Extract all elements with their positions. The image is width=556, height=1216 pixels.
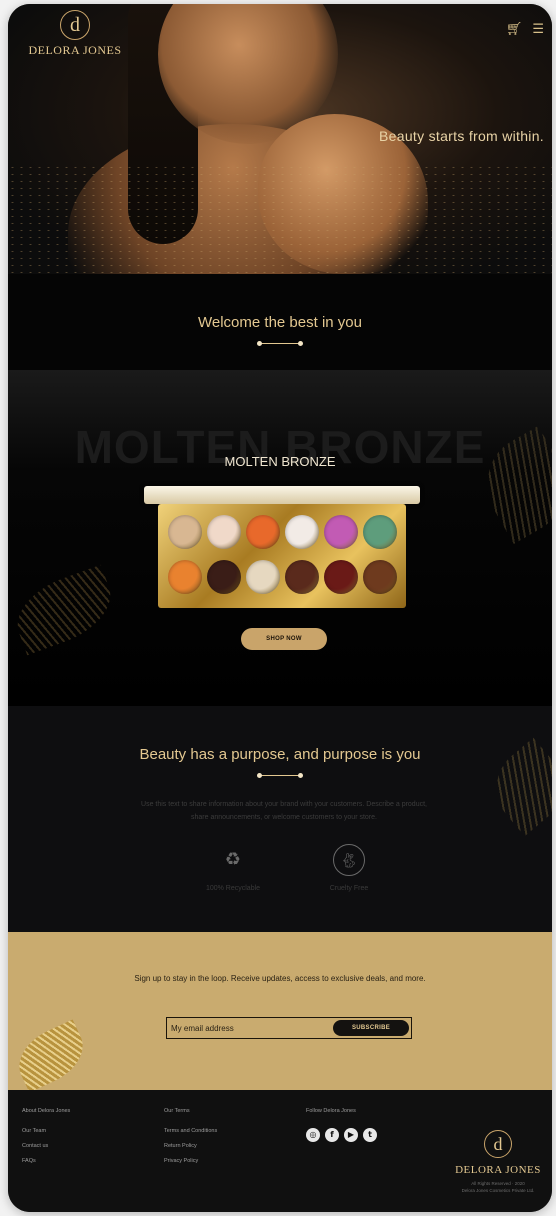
feature-recyclable: ♻ 100% Recyclable bbox=[188, 844, 278, 892]
brand-logo[interactable]: d DELORA JONES bbox=[28, 10, 122, 58]
recycle-icon: ♻ bbox=[224, 849, 242, 870]
newsletter-form: SUBSCRIBE bbox=[166, 1017, 412, 1039]
section-divider bbox=[257, 340, 303, 348]
copyright-text: All Rights Reserved · 2020 Delora Jones … bbox=[448, 1180, 548, 1194]
logo-mark: d bbox=[60, 10, 90, 40]
cart-icon[interactable]: 🛒︎ bbox=[506, 22, 523, 37]
eyeshadow-pan bbox=[285, 560, 319, 594]
divider-dot bbox=[298, 341, 303, 346]
eyeshadow-pan bbox=[246, 515, 280, 549]
twitter-icon[interactable]: t bbox=[363, 1128, 377, 1142]
divider-dot bbox=[257, 341, 262, 346]
social-links: ◎ f ▶ t bbox=[306, 1128, 436, 1142]
eyeshadow-pan bbox=[324, 560, 358, 594]
page-frame: d DELORA JONES 🛒︎ ☰ Beauty starts from w… bbox=[8, 4, 552, 1212]
eyeshadow-pan bbox=[168, 560, 202, 594]
divider-line bbox=[260, 775, 300, 776]
eyeshadow-pan bbox=[207, 515, 241, 549]
footer-logo[interactable]: d DELORA JONES All Rights Reserved · 202… bbox=[448, 1130, 548, 1194]
hero-tagline: Beauty starts from within. bbox=[379, 128, 544, 144]
youtube-icon[interactable]: ▶ bbox=[344, 1128, 358, 1142]
footer-heading: About Delora Jones bbox=[22, 1108, 71, 1114]
eyeshadow-pan bbox=[363, 560, 397, 594]
footer-link-privacy-policy[interactable]: Privacy Policy bbox=[164, 1158, 294, 1164]
divider-dot bbox=[257, 773, 262, 778]
product-feature-section: MOLTEN BRONZE MOLTEN BRONZE SHOP NOW bbox=[8, 370, 552, 706]
footer-link-our-team[interactable]: Our Team bbox=[22, 1128, 152, 1134]
footer-about-column: About Delora Jones Our Team Contact us F… bbox=[22, 1108, 152, 1173]
eyeshadow-pan bbox=[363, 515, 397, 549]
logo-text: DELORA JONES bbox=[455, 1164, 541, 1176]
eyeshadow-pan bbox=[285, 515, 319, 549]
divider-dot bbox=[298, 773, 303, 778]
footer-link-contact[interactable]: Contact us bbox=[22, 1143, 152, 1149]
newsletter-text: Sign up to stay in the loop. Receive upd… bbox=[134, 974, 426, 983]
footer-terms-column: Our Terms Terms and Conditions Return Po… bbox=[164, 1108, 294, 1173]
facebook-icon[interactable]: f bbox=[325, 1128, 339, 1142]
header-icons: 🛒︎ ☰ bbox=[506, 22, 544, 37]
menu-icon[interactable]: ☰ bbox=[532, 22, 544, 37]
welcome-title: Welcome the best in you bbox=[198, 314, 362, 331]
feature-label: 100% Recyclable bbox=[205, 885, 261, 892]
eyeshadow-pan bbox=[246, 560, 280, 594]
divider-line bbox=[260, 343, 300, 344]
brand-purpose-section: Beauty has a purpose, and purpose is you… bbox=[8, 706, 552, 932]
hero-banner: d DELORA JONES 🛒︎ ☰ Beauty starts from w… bbox=[8, 4, 552, 274]
logo-text: DELORA JONES bbox=[28, 43, 122, 57]
palm-leaf-decoration bbox=[8, 564, 122, 656]
logo-mark: d bbox=[484, 1130, 512, 1158]
newsletter-section: Sign up to stay in the loop. Receive upd… bbox=[8, 932, 552, 1090]
gold-leaf-decoration bbox=[9, 1019, 93, 1090]
footer-heading: Follow Delora Jones bbox=[306, 1108, 356, 1114]
instagram-icon[interactable]: ◎ bbox=[306, 1128, 320, 1142]
hero-glitter bbox=[8, 164, 552, 274]
rabbit-icon: 🐇︎ bbox=[333, 844, 365, 876]
footer-link-faqs[interactable]: FAQs bbox=[22, 1158, 152, 1164]
product-title: MOLTEN BRONZE bbox=[224, 454, 336, 469]
eyeshadow-palette[interactable] bbox=[158, 504, 406, 608]
footer-link-terms[interactable]: Terms and Conditions bbox=[164, 1128, 294, 1134]
feature-label: Cruelty Free bbox=[329, 885, 369, 892]
feature-cruelty-free: 🐇︎ Cruelty Free bbox=[304, 844, 394, 892]
palette-lid bbox=[144, 486, 420, 504]
copyright-line: All Rights Reserved · 2020 bbox=[471, 1181, 525, 1186]
purpose-description: Use this text to share information about… bbox=[141, 801, 427, 821]
copyright-line: Delora Jones Cosmetics Private Ltd. bbox=[461, 1188, 535, 1193]
section-divider bbox=[257, 772, 303, 780]
footer-follow-column: Follow Delora Jones ◎ f ▶ t bbox=[306, 1108, 436, 1142]
purpose-title: Beauty has a purpose, and purpose is you bbox=[139, 746, 421, 763]
eyeshadow-pan bbox=[207, 560, 241, 594]
footer-heading: Our Terms bbox=[164, 1108, 190, 1114]
eyeshadow-pan bbox=[168, 515, 202, 549]
email-input[interactable] bbox=[171, 1020, 327, 1036]
eyeshadow-pan bbox=[324, 515, 358, 549]
site-footer: About Delora Jones Our Team Contact us F… bbox=[8, 1090, 552, 1212]
subscribe-button[interactable]: SUBSCRIBE bbox=[333, 1020, 409, 1036]
footer-link-return-policy[interactable]: Return Policy bbox=[164, 1143, 294, 1149]
shop-now-button[interactable]: SHOP NOW bbox=[241, 628, 327, 650]
welcome-section: Welcome the best in you bbox=[8, 274, 552, 370]
